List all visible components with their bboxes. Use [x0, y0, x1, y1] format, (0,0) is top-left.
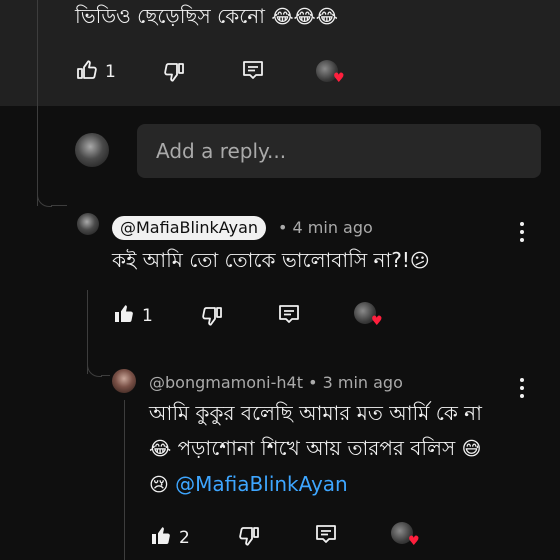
avatar[interactable]: [112, 369, 136, 393]
thumb-up-icon[interactable]: [149, 524, 173, 552]
reply-icon[interactable]: [314, 522, 338, 550]
comment-text: কই আমি তো তোকে ভালোবাসি না?!😕: [112, 248, 430, 272]
thumb-down-icon[interactable]: [237, 524, 261, 552]
avatar[interactable]: [77, 213, 99, 235]
thread-connector-h: [51, 205, 67, 206]
author-meta[interactable]: @bongmamoni-h4t • 3 min ago: [149, 373, 403, 392]
more-vert-icon[interactable]: [520, 378, 524, 398]
comment-text-line2: 😂 পড়াশোনা শিখে আয় তারপর বলিস 😅: [149, 436, 482, 460]
thread-connector: [87, 362, 102, 377]
avatar: [75, 133, 109, 167]
heart-icon: ♥: [333, 71, 345, 86]
comment-text-line1: আমি কুকুর বলেছি আমার মত আর্মি কে না: [149, 401, 482, 425]
thread-line: [124, 400, 125, 560]
thread-line: [37, 0, 38, 206]
timestamp[interactable]: • 3 min ago: [308, 373, 403, 392]
more-vert-icon[interactable]: [520, 222, 524, 242]
like-count: 2: [179, 528, 190, 548]
heart-icon: ♥: [408, 534, 420, 549]
comment-text-line3: 😢 @MafiaBlinkAyan: [149, 472, 348, 496]
like-count: 1: [105, 62, 116, 82]
author-name[interactable]: @MafiaBlinkAyan: [112, 216, 267, 240]
thumb-down-icon[interactable]: [162, 60, 186, 88]
thumb-down-icon[interactable]: [200, 304, 224, 332]
thread-connector: [37, 192, 52, 207]
comment-text: ভিডিও ছেড়েছিস কেনো 😂😂😂: [75, 4, 338, 28]
like-count: 1: [142, 306, 153, 326]
reply-icon[interactable]: [277, 302, 301, 330]
thumb-up-icon[interactable]: [112, 302, 136, 330]
author-name[interactable]: @bongmamoni-h4t: [149, 373, 303, 392]
mention-link[interactable]: @MafiaBlinkAyan: [175, 472, 348, 496]
thumb-up-icon[interactable]: [75, 58, 99, 86]
timestamp[interactable]: • 4 min ago: [278, 218, 373, 237]
reply-input[interactable]: Add a reply...: [137, 124, 541, 178]
thread-connector-h: [101, 375, 110, 376]
heart-icon: ♥: [371, 314, 383, 329]
reply-icon[interactable]: [241, 58, 265, 86]
